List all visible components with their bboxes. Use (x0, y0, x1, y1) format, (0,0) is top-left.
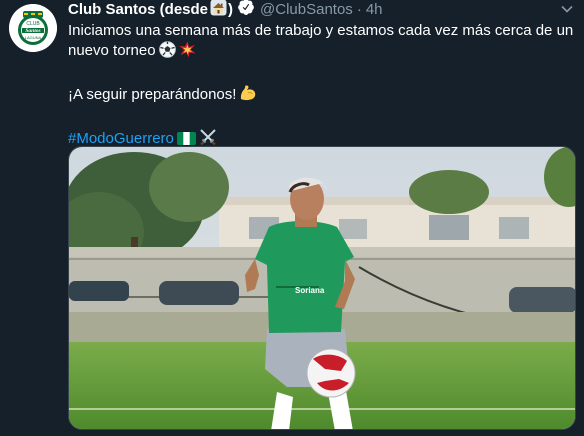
crest-bottom-text: LAGUNA (25, 35, 42, 40)
collision-emoji-icon (179, 41, 196, 64)
separator-dot: · (356, 1, 362, 18)
tweet-text-line-2: ¡A seguir preparándonos! (68, 86, 237, 103)
profile-avatar[interactable]: CLUB Santos LAGUNA (9, 4, 57, 52)
tweet-text: Iniciamos una semana más de trabajo y es… (68, 21, 576, 152)
tweet-media-photo[interactable]: Soriana (68, 146, 576, 430)
author-name[interactable]: Club Santos (desde (68, 0, 208, 20)
flexed-biceps-emoji-icon (239, 84, 257, 108)
tweet[interactable]: CLUB Santos LAGUNA Club Santos (desde ) (0, 0, 584, 436)
crest-main-text: Santos (25, 28, 40, 34)
author-name-close: ) (228, 1, 234, 18)
santos-crest-icon: CLUB Santos LAGUNA (9, 4, 57, 52)
tweet-header: Club Santos (desde ) @ClubSantos · 4h (68, 0, 576, 21)
hashtag-link[interactable]: #ModoGuerrero (68, 130, 174, 147)
author-handle[interactable]: @ClubSantos (260, 0, 353, 20)
soccer-ball-in-photo (306, 348, 356, 398)
tweet-content: Club Santos (desde ) @ClubSantos · 4h In… (68, 0, 576, 152)
verified-icon (237, 0, 255, 22)
house-emoji-icon (210, 0, 227, 22)
soccer-ball-emoji-icon (158, 41, 176, 64)
crest-top-text: CLUB (26, 21, 40, 27)
shirt-sponsor-text: Soriana (295, 286, 325, 295)
chevron-down-icon[interactable] (560, 2, 574, 16)
tweet-text-paragraph-1: Iniciamos una semana más de trabajo y es… (68, 21, 576, 64)
tweet-timestamp[interactable]: 4h (366, 0, 383, 20)
training-photo-image: Soriana (69, 147, 575, 429)
tweet-text-paragraph-2: ¡A seguir preparándonos! (68, 84, 576, 108)
tweet-text-line-1: Iniciamos una semana más de trabajo y es… (68, 22, 574, 59)
